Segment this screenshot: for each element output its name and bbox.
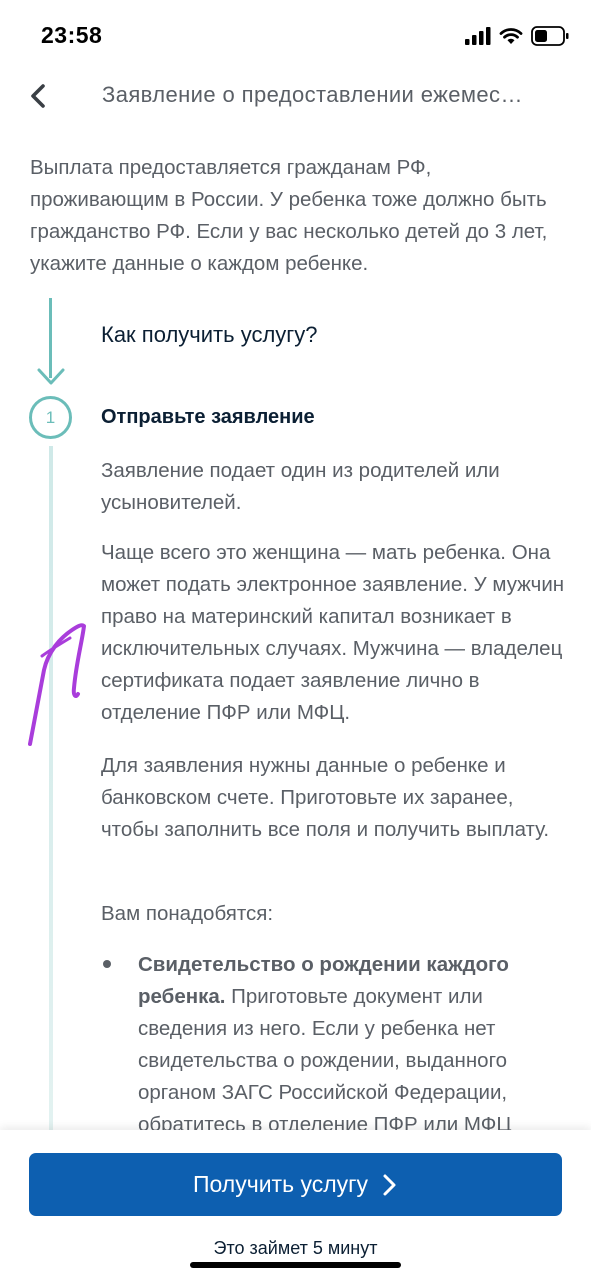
- chevron-left-icon: [31, 84, 45, 108]
- step-paragraph: Чаще всего это женщина — мать ребенка. О…: [101, 541, 565, 724]
- status-icons: [465, 24, 569, 48]
- back-button[interactable]: [20, 78, 56, 114]
- page-title: Заявление о предоставлении ежемес…: [102, 82, 523, 107]
- step-number-badge: 1: [29, 396, 72, 439]
- bullet-marker: [103, 960, 111, 968]
- app-header: Заявление о предоставлении ежемес…: [0, 70, 591, 125]
- handwritten-arrow-annotation: [28, 623, 86, 746]
- timeline-line: [49, 446, 53, 1136]
- step-paragraph: Для заявления нужны данные о ребенке и б…: [101, 754, 550, 841]
- step-paragraph: Заявление подает один из родителей или у…: [101, 459, 500, 514]
- duration-note: Это займет 5 минут: [213, 1238, 378, 1258]
- signal-icon: [465, 27, 491, 45]
- chevron-right-icon: [383, 1174, 396, 1195]
- get-service-label: Получить услугу: [192, 1171, 369, 1197]
- arrow-down-icon: [37, 368, 65, 385]
- status-time: 23:58: [41, 22, 103, 48]
- status-bar: 23:58: [0, 0, 591, 70]
- home-indicator[interactable]: [190, 1262, 401, 1268]
- step-paragraph: Вам понадобятся:: [101, 902, 274, 925]
- wifi-icon: [499, 28, 523, 44]
- list-item: Свидетельство о рождении каждого ребенка…: [138, 949, 558, 1141]
- battery-icon: [531, 26, 569, 46]
- section-heading: Как получить услугу?: [101, 322, 318, 347]
- bottom-action-bar: Получить услугу Это займет 5 минут: [0, 1130, 591, 1280]
- step-title: Отправьте заявление: [101, 406, 315, 428]
- get-service-button[interactable]: Получить услугу: [29, 1153, 562, 1216]
- intro-text: Выплата предоставляется гражданам РФ, пр…: [30, 156, 548, 275]
